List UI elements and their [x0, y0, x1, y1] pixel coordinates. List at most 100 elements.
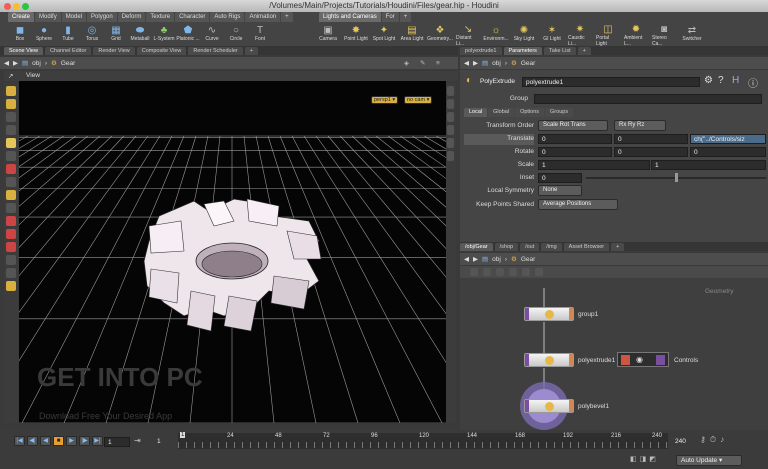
- tab-render-view[interactable]: Render View: [93, 47, 135, 55]
- path-gear[interactable]: Gear: [61, 60, 75, 67]
- gear-model[interactable]: [143, 198, 322, 332]
- scale-y-field[interactable]: 1: [651, 160, 766, 170]
- back-arrow-icon[interactable]: ◀: [464, 255, 469, 263]
- lighting-option-icon[interactable]: [447, 99, 454, 109]
- platonic-tool[interactable]: ⬟ Platonic ...: [176, 23, 200, 46]
- path-obj[interactable]: obj: [492, 256, 501, 263]
- info-icon[interactable]: ⓘ: [748, 75, 758, 90]
- subtab-global[interactable]: Global: [488, 108, 515, 117]
- environment-light-tool[interactable]: ☼ Environm...: [483, 23, 508, 46]
- gi-light-tool[interactable]: ✶ GI Light: [540, 23, 564, 46]
- zoom-window-button[interactable]: [22, 3, 29, 10]
- select-tool-icon[interactable]: [6, 86, 16, 96]
- box-tool[interactable]: ◼ Box: [8, 23, 32, 46]
- path-obj[interactable]: obj: [32, 60, 41, 67]
- rotate-tool-icon[interactable]: [6, 125, 16, 135]
- node-display-flag[interactable]: [569, 354, 573, 366]
- transform-tool-icon[interactable]: [6, 99, 16, 109]
- ghost-option-icon[interactable]: [447, 138, 454, 148]
- geometry-light-tool[interactable]: ❖ Geometry...: [427, 23, 453, 46]
- translate-z-field[interactable]: ch("../Controls/siz: [690, 134, 766, 144]
- tab-parameters[interactable]: Parameters: [503, 47, 542, 55]
- start-frame-field[interactable]: 1: [154, 437, 178, 447]
- curve-tool[interactable]: ∿ Curve: [200, 23, 224, 46]
- network-editor[interactable]: Geometry group1 polyextrude1 ◉ Controls …: [460, 266, 768, 430]
- local-symmetry-menu[interactable]: None: [538, 185, 582, 196]
- wireframe-option-icon[interactable]: [447, 112, 454, 122]
- ambient-light-tool[interactable]: ✹ Ambient L...: [624, 23, 648, 47]
- distant-light-tool[interactable]: ↘ Distant Li...: [456, 23, 480, 47]
- handle-tool-icon[interactable]: [6, 138, 16, 148]
- transform-order-menu[interactable]: Scale Rot Trans: [538, 120, 608, 131]
- subtab-groups[interactable]: Groups: [545, 108, 574, 117]
- sphere-tool[interactable]: ● Sphere: [32, 23, 56, 46]
- point-light-tool[interactable]: ✸ Point Light: [344, 23, 368, 46]
- rotate-z-field[interactable]: 0: [690, 147, 766, 157]
- inset-field[interactable]: 0: [538, 173, 582, 183]
- tab-add-param-pane[interactable]: +: [577, 47, 591, 55]
- view-tool-icon[interactable]: [6, 177, 16, 187]
- stop-icon[interactable]: ■: [53, 436, 64, 446]
- camera-menu[interactable]: persp1 ▾: [371, 96, 399, 104]
- status-icon-c[interactable]: ◩: [649, 455, 656, 463]
- jump-start-icon[interactable]: |◀: [14, 436, 25, 446]
- grid-tool[interactable]: ▦ Grid: [104, 23, 128, 46]
- metaball-tool[interactable]: ⬬ Metaball: [128, 23, 152, 46]
- shelf-tab-for[interactable]: For: [381, 12, 399, 22]
- scene-viewport[interactable]: GET INTO PC Download Free Your Desired A…: [19, 81, 446, 423]
- shelf-tab-modify[interactable]: Modify: [35, 12, 61, 22]
- brush-tool-icon[interactable]: [6, 164, 16, 174]
- key-icon[interactable]: ⚷: [700, 435, 706, 447]
- node-polyextrude1[interactable]: [524, 353, 574, 367]
- light-tool-icon[interactable]: [6, 203, 16, 213]
- step-back-icon[interactable]: ◀|: [27, 436, 38, 446]
- cube-icon[interactable]: ◈: [404, 59, 409, 67]
- shelf-tab-polygon[interactable]: Polygon: [87, 12, 117, 22]
- shelf-tab-auto-rigs[interactable]: Auto Rigs: [210, 12, 245, 22]
- tab-scene-view[interactable]: Scene View: [4, 47, 43, 55]
- timeline-track[interactable]: 1 24 48 72 96 120 144 168 192 216 240: [178, 432, 668, 449]
- step-forward-icon[interactable]: |▶: [79, 436, 90, 446]
- help-icon[interactable]: ?: [718, 75, 724, 86]
- node-display-flag[interactable]: [569, 400, 573, 412]
- sky-light-tool[interactable]: ✺ Sky Light: [512, 23, 536, 46]
- translate-x-field[interactable]: 0: [538, 134, 612, 144]
- magnet-tool-icon[interactable]: [6, 229, 16, 239]
- display-tool-icon[interactable]: [6, 281, 16, 291]
- spot-light-tool[interactable]: ✦ Spot Light: [372, 23, 396, 46]
- tab-channel-editor[interactable]: Channel Editor: [44, 47, 92, 55]
- node-group1[interactable]: [524, 307, 574, 321]
- move-tool-icon[interactable]: [6, 112, 16, 122]
- realtime-icon[interactable]: ⏱: [710, 435, 716, 447]
- forward-arrow-icon[interactable]: ▶: [13, 59, 18, 67]
- current-frame-field[interactable]: 1: [104, 437, 130, 447]
- node-polybevel1[interactable]: [524, 399, 574, 413]
- snap-tool-icon[interactable]: [6, 242, 16, 252]
- node-display-flag[interactable]: [569, 308, 573, 320]
- pane-menu-icon[interactable]: ≡: [436, 60, 440, 67]
- rotate-y-field[interactable]: 0: [614, 147, 688, 157]
- forward-arrow-icon[interactable]: ▶: [473, 59, 478, 67]
- node-name-field[interactable]: polyextrude1: [522, 77, 700, 87]
- tab-add-pane[interactable]: +: [244, 47, 258, 55]
- tab-composite-view[interactable]: Composite View: [136, 47, 187, 55]
- shelf-tab-create[interactable]: Create: [8, 12, 35, 22]
- visibility-option-icon[interactable]: [447, 151, 454, 161]
- back-arrow-icon[interactable]: ◀: [464, 59, 469, 67]
- tab-out[interactable]: /out: [520, 243, 540, 251]
- inset-slider-handle[interactable]: [675, 173, 678, 182]
- tube-tool[interactable]: ▮ Tube: [56, 23, 80, 46]
- path-gear[interactable]: Gear: [521, 60, 535, 67]
- area-light-tool[interactable]: ▤ Area Light: [400, 23, 424, 46]
- caustic-light-tool[interactable]: ✷ Caustic Li...: [568, 23, 592, 47]
- portal-light-tool[interactable]: ◫ Portal Light: [596, 23, 620, 47]
- shelf-tab-model[interactable]: Model: [61, 12, 87, 22]
- play-backward-icon[interactable]: ◀: [40, 436, 51, 446]
- status-icon-b[interactable]: ◨: [640, 455, 647, 463]
- tab-polyextrude1[interactable]: polyextrude1: [460, 47, 502, 55]
- end-frame-field[interactable]: 240: [672, 437, 696, 447]
- shelf-tab-character[interactable]: Character: [175, 12, 210, 22]
- back-arrow-icon[interactable]: ◀: [4, 59, 9, 67]
- rotate-x-field[interactable]: 0: [538, 147, 612, 157]
- circle-tool[interactable]: ○ Circle: [224, 23, 248, 46]
